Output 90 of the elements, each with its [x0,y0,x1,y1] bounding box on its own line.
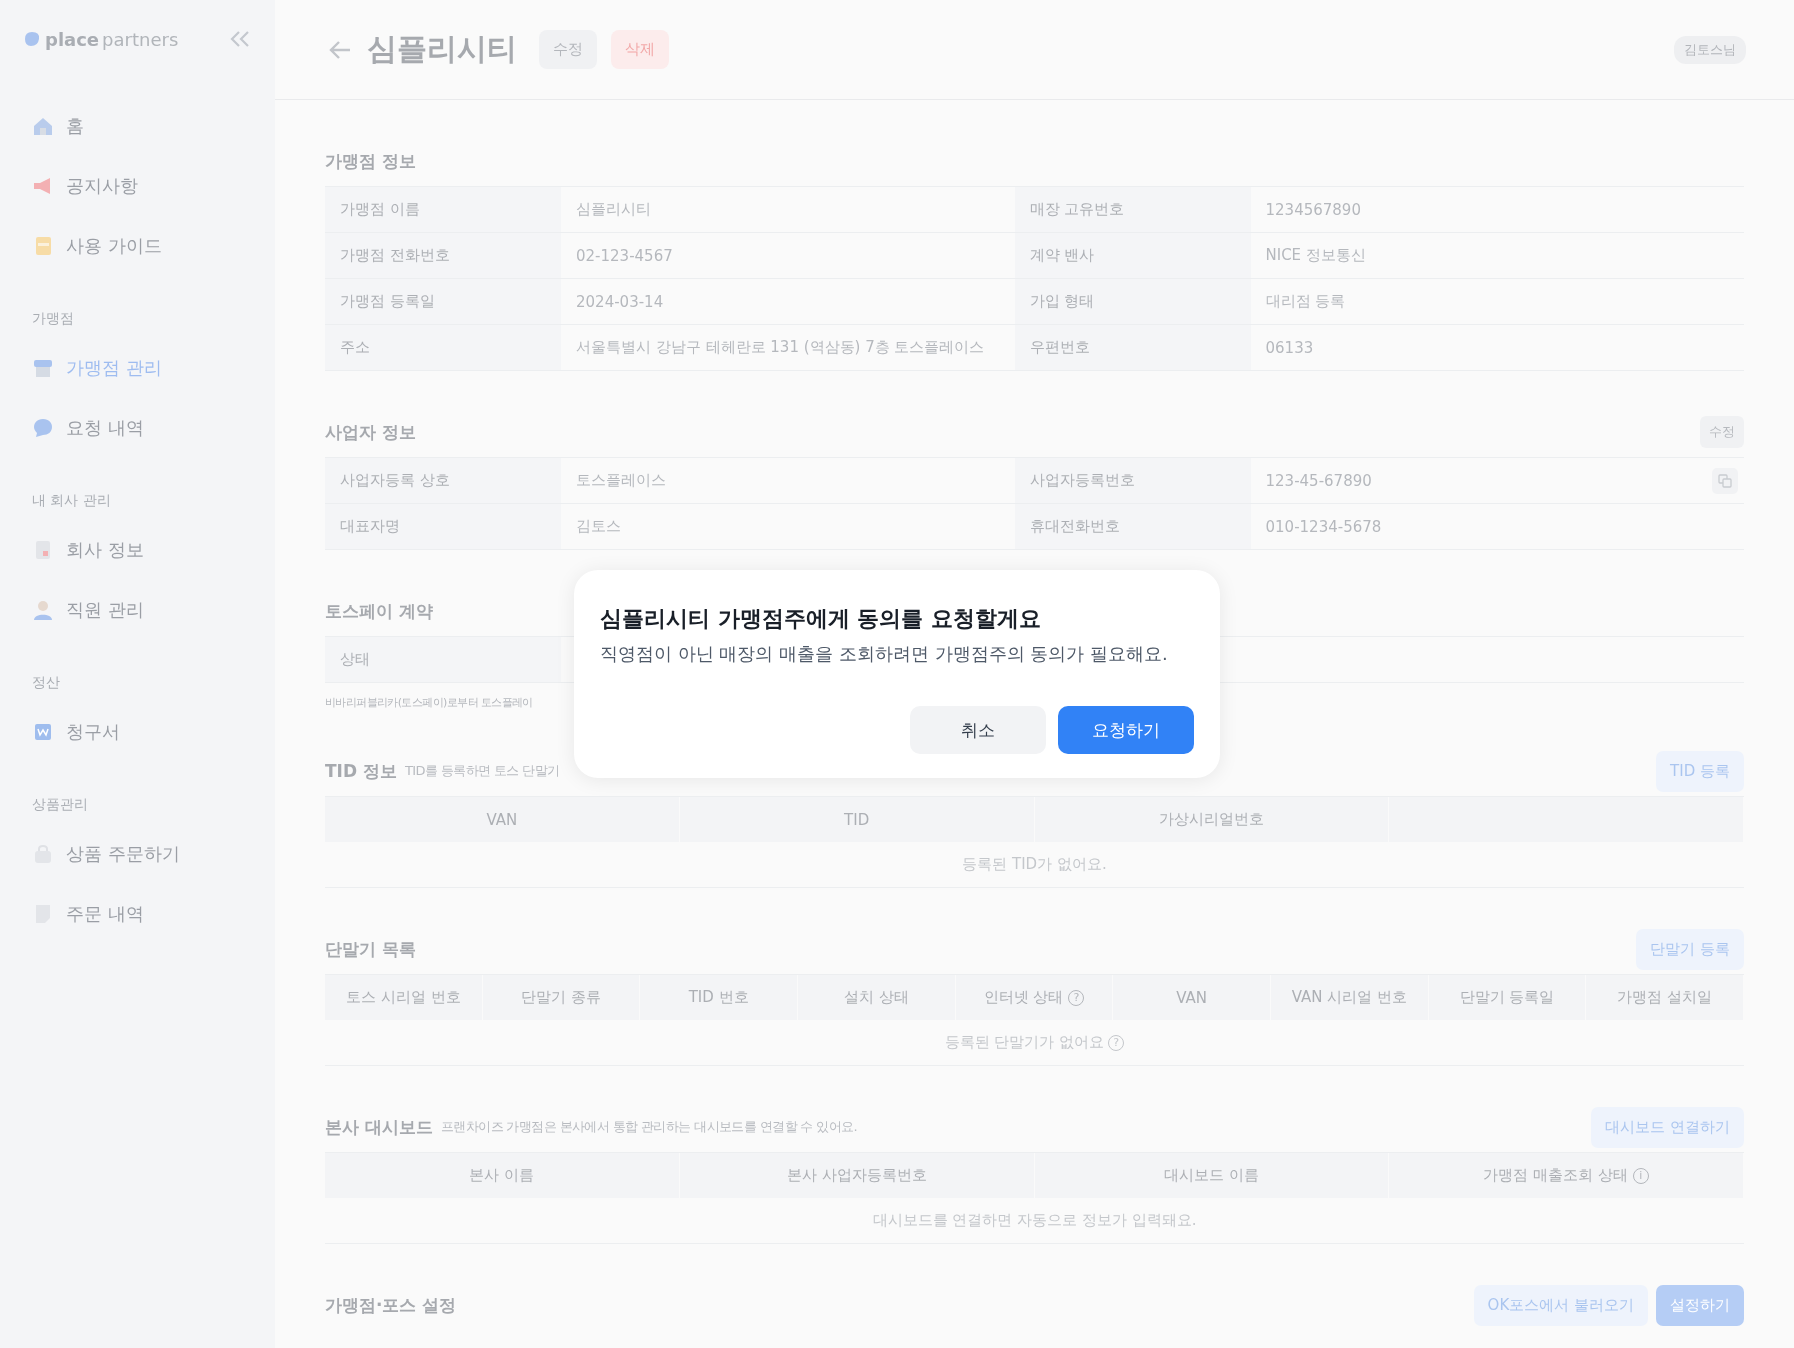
nav-group-label: 정산 [31,674,61,692]
table-cell-text: 대리점 등록 [1264,291,1347,312]
action-button[interactable]: 수정 [1700,416,1744,448]
table-cell: 계약 밴사 [1014,233,1251,278]
column-header: 가맹점 설치일 [1617,988,1713,1007]
column-header: TID [844,810,870,829]
section-subtitle: 프랜차이즈 가맹점은 본사에서 통합 관리하는 대시보드를 연결할 수 있어요. [440,1118,858,1136]
nav-item[interactable]: 공지사항 [0,164,275,208]
action-button[interactable]: 대시보드 연결하기 [1591,1106,1744,1148]
logo-text: place [45,28,100,50]
column-header: 본사 이름 [469,1166,535,1185]
nav-group-label: 가맹점 [31,310,75,328]
section-title: 토스페이 계약 [325,599,433,623]
table-cell-text: 심플리시티 [575,199,652,220]
request-button[interactable]: 요청하기 [1058,706,1194,754]
nav-item[interactable]: 사용 가이드 [0,224,275,268]
copy-icon[interactable] [1712,467,1738,494]
logo-text: partners [102,28,179,50]
nav-item[interactable]: 요청 내역 [0,406,275,450]
table-cell-text: NICE 정보통신 [1264,245,1367,266]
section-title: 단말기 목록 [325,937,416,961]
section-title: 사업자 정보 [325,420,416,444]
table-cell-text: 06133 [1264,337,1315,359]
table-cell: 가맹점 전화번호 [325,233,561,278]
section-title: 가맹점 정보 [325,149,416,173]
table-cell-text: 서울특별시 강남구 테헤란로 131 (역삼동) 7층 토스플레이스 [575,337,986,358]
section-title: 가맹점·포스 설정 [325,1293,457,1317]
user-badge[interactable]: 김토스님 [1674,35,1746,64]
section-title: TID 정보 [325,759,397,783]
import-button[interactable]: OK포스에서 불러오기 [1473,1284,1648,1326]
nav-item[interactable]: 청구서 [0,710,275,754]
table-cell: 가맹점 이름 [325,187,561,232]
column-header: 설치 상태 [843,988,909,1007]
chat-icon [32,417,54,439]
back-icon[interactable] [327,38,353,61]
table-cell: 휴대전화번호 [1014,504,1251,549]
column-header: VAN [486,810,518,829]
table-cell-text: 2024-03-14 [575,291,665,313]
column-header: 토스 시리얼 번호 [346,988,461,1007]
table-cell-text: 010-1234-5678 [1264,516,1383,538]
table-cell: 가맹점 등록일 [325,279,561,324]
section-title: 본사 대시보드 [325,1115,433,1139]
invoice-icon [32,721,54,743]
home-icon [32,115,54,137]
nav-item[interactable]: 가맹점 관리 [0,346,275,390]
table-cell: 주소 [325,325,561,370]
edit-button[interactable]: 수정 [539,30,597,69]
store-icon [32,357,54,379]
column-header: VAN 시리얼 번호 [1291,988,1407,1007]
action-button[interactable]: 설정하기 [1656,1284,1744,1326]
table-cell-text: 김토스 [575,516,622,537]
table-cell: 매장 고유번호 [1014,187,1251,232]
table-cell: 사업자등록 상호 [325,458,561,503]
table-cell-text: 123-45-67890 [1264,470,1373,492]
column-header: TID 번호 [688,988,749,1007]
page-title: 심플리시티 [367,30,517,68]
nav-item[interactable]: 상품 주문하기 [0,832,275,876]
table-cell-text: 02-123-4567 [575,245,674,267]
nav-item[interactable]: 주문 내역 [0,892,275,936]
column-header: VAN [1176,988,1208,1007]
dialog-message: 직영점이 아닌 매장의 매출을 조회하려면 가맹점주의 동의가 필요해요. [600,642,1169,666]
column-header: 인터넷 상태 [983,988,1064,1007]
cancel-button[interactable]: 취소 [910,706,1046,754]
dialog-title: 심플리시티 가맹점주에게 동의를 요청할게요 [600,605,1042,633]
collapse-icon[interactable] [229,30,251,48]
logo-icon [22,30,42,48]
table-cell: 사업자등록번호 [1014,458,1251,503]
column-header: 가상시리얼번호 [1158,810,1264,829]
column-header: 단말기 등록일 [1459,988,1555,1007]
nav-item[interactable]: 회사 정보 [0,528,275,572]
person-icon [32,599,54,621]
nav-group-label: 내 회사 관리 [31,492,112,510]
table-cell: 가입 형태 [1014,279,1251,324]
section-subtitle: TID를 등록하면 토스 단말기 [404,762,560,780]
nav-item[interactable]: 직원 관리 [0,588,275,632]
action-button[interactable]: TID 등록 [1656,750,1744,792]
table-cell: 상태 [325,637,561,682]
nav-item[interactable]: 홈 [0,104,275,148]
table-cell-text: 1234567890 [1264,199,1362,221]
column-header: 본사 사업자등록번호 [786,1166,927,1185]
table-cell: 우편번호 [1014,325,1251,370]
delete-button[interactable]: 삭제 [611,30,669,69]
column-header: 가맹점 매출조회 상태 [1483,1166,1628,1185]
table-cell-text: 토스플레이스 [575,470,667,491]
action-button[interactable]: 단말기 등록 [1636,928,1744,970]
table-cell: 대표자명 [325,504,561,549]
column-header: 대시보드 이름 [1164,1166,1259,1185]
nav-group-label: 상품관리 [31,796,89,814]
column-header: 단말기 종류 [521,988,601,1007]
contract-note: 비바리퍼블리카(토스페이)로부터 토스플레이 [325,695,533,710]
